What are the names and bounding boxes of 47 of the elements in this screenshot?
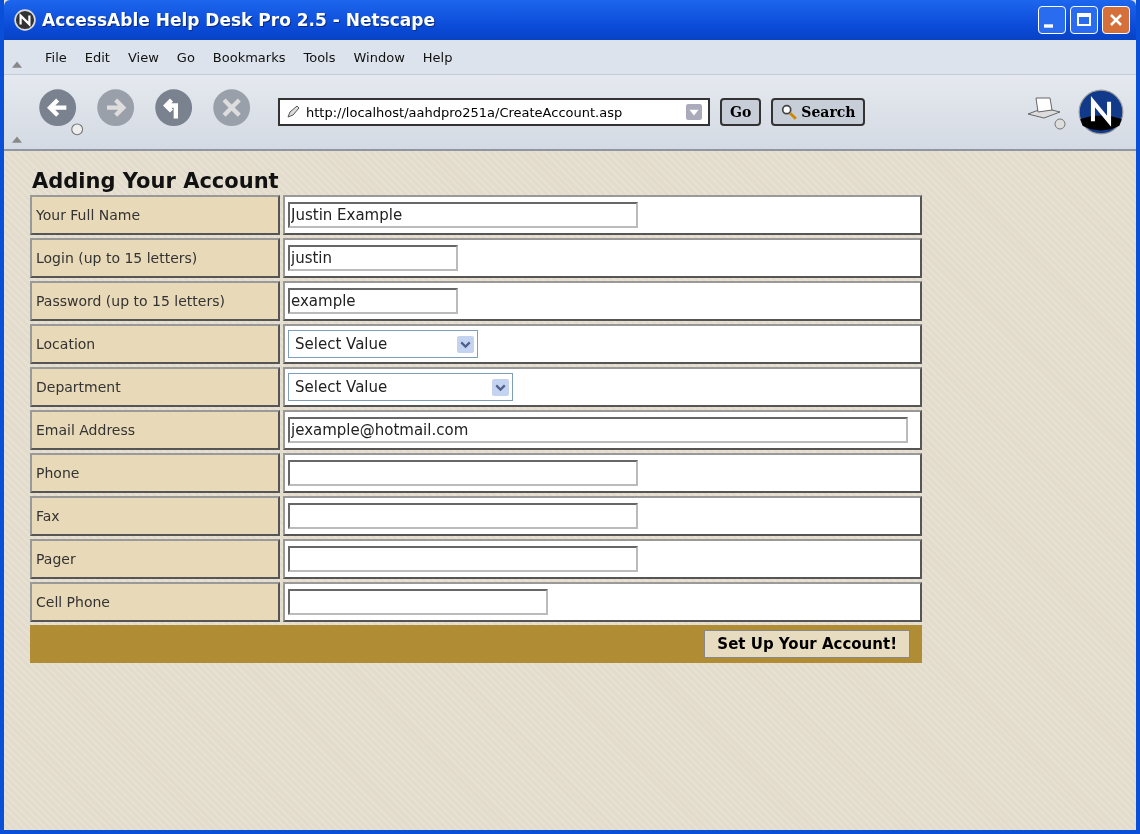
chevron-down-icon xyxy=(492,378,509,396)
text-field[interactable]: example xyxy=(288,288,458,314)
window-title: AccessAble Help Desk Pro 2.5 - Netscape xyxy=(42,10,437,30)
chevron-down-icon xyxy=(457,335,474,353)
field-label: Location xyxy=(30,324,280,364)
field-label: Department xyxy=(30,367,280,407)
text-field[interactable] xyxy=(288,460,638,486)
text-field[interactable]: Justin Example xyxy=(288,202,638,228)
menu-item[interactable]: Window xyxy=(344,49,414,65)
field-label: Fax xyxy=(30,496,280,536)
menu-item[interactable]: File xyxy=(36,49,76,65)
url-field[interactable]: http://localhost/aahdpro251a/CreateAccount.asp xyxy=(278,98,710,126)
go-button[interactable]: Go xyxy=(720,98,762,126)
search-icon xyxy=(781,104,798,120)
maximize-button[interactable] xyxy=(1070,6,1098,34)
collapse-grip-icon[interactable] xyxy=(12,60,22,68)
select-dropdown[interactable]: Select Value xyxy=(288,373,513,401)
menu-item[interactable]: View xyxy=(118,49,168,65)
field-label: Phone xyxy=(30,453,280,493)
collapse-grip-icon[interactable] xyxy=(12,135,22,143)
field-label: Password (up to 15 letters) xyxy=(30,281,280,321)
menu-item[interactable]: Help xyxy=(413,49,462,65)
search-button[interactable]: Search xyxy=(771,98,866,126)
field-label: Your Full Name xyxy=(30,195,280,235)
pencil-icon xyxy=(286,105,300,119)
text-field[interactable] xyxy=(288,503,638,529)
field-label: Login (up to 15 letters) xyxy=(30,238,280,278)
netscape-logo-icon xyxy=(14,9,36,31)
submit-button[interactable]: Set Up Your Account! xyxy=(704,630,910,658)
menu-item[interactable]: Go xyxy=(167,49,204,65)
text-field[interactable] xyxy=(288,546,638,572)
field-label: Pager xyxy=(30,539,280,579)
minimize-button[interactable] xyxy=(1038,6,1066,34)
menu-item[interactable]: Tools xyxy=(294,49,345,65)
text-field[interactable]: jexample@hotmail.com xyxy=(288,417,908,443)
select-dropdown[interactable]: Select Value xyxy=(288,330,478,358)
field-label: Cell Phone xyxy=(30,582,280,622)
page-heading: Adding Your Account xyxy=(32,169,280,193)
text-field[interactable] xyxy=(288,589,548,615)
menu-item[interactable]: Edit xyxy=(75,49,119,65)
field-label: Email Address xyxy=(30,410,280,450)
dropdown-icon[interactable] xyxy=(686,104,702,120)
menu-item[interactable]: Bookmarks xyxy=(203,49,295,65)
minimize-icon xyxy=(1044,24,1053,28)
netscape-logo-icon xyxy=(1078,89,1124,135)
text-field[interactable]: justin xyxy=(288,245,458,271)
close-button[interactable] xyxy=(1102,6,1130,34)
